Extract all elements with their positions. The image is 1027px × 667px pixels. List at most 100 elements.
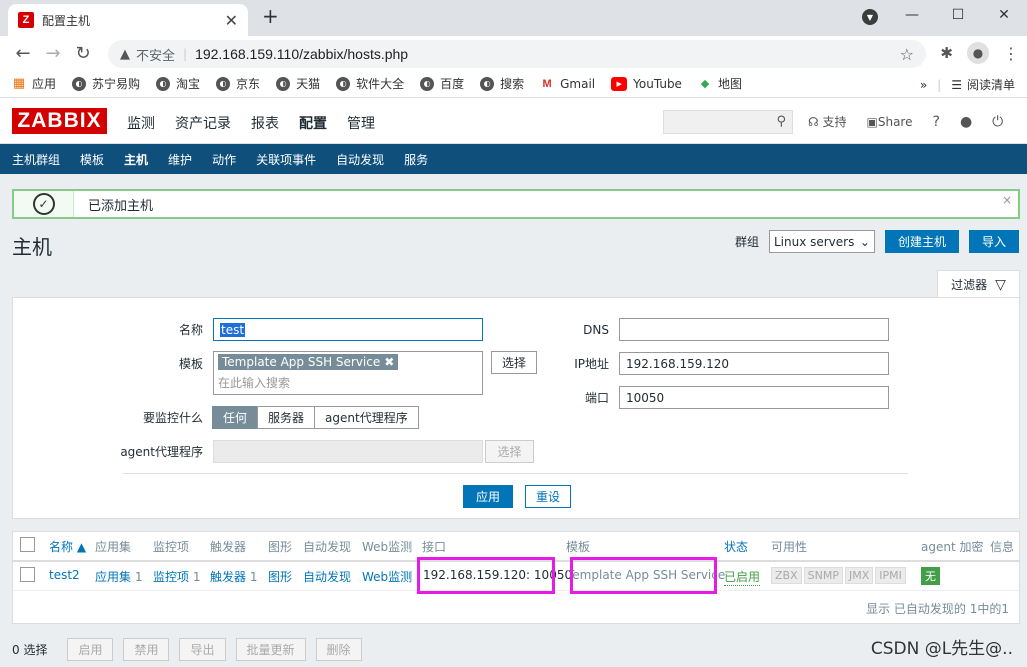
tab-search-icon[interactable]: ▼ — [862, 9, 878, 25]
disable-button[interactable]: 禁用 — [123, 638, 170, 661]
close-window-icon[interactable]: ✕ — [981, 7, 1027, 23]
share-label: Share — [877, 114, 913, 129]
menu-inventory[interactable]: 资产记录 — [175, 113, 231, 133]
monitor-option-any[interactable]: 任何 — [212, 406, 259, 429]
address-toolbar: ← → ↻ ▲ 不安全 | 192.168.159.110/zabbix/hos… — [0, 36, 1027, 70]
col-encryption: agent 加密 — [921, 540, 984, 554]
tab-title: 配置主机 — [42, 13, 91, 28]
bookmark-youtube[interactable]: ▶ YouTube — [611, 76, 682, 91]
zabbix-logo[interactable]: ZABBIX — [12, 108, 107, 134]
applications-count: 1 — [134, 570, 143, 584]
submenu-actions[interactable]: 动作 — [212, 151, 236, 168]
bookmark-apps[interactable]: ▦ 应用 — [12, 75, 56, 92]
filter-panel: 名称 test 模板 Template App SSH Service ✖ 在此输… — [12, 297, 1020, 519]
maximize-icon[interactable]: ☐ — [935, 7, 981, 23]
interface-highlight-box — [417, 557, 555, 594]
bookmark-star-icon[interactable]: ☆ — [900, 45, 914, 64]
csdn-watermark: CSDN @L先生@.. — [870, 639, 1013, 659]
main-menu: 监测 资产记录 报表 配置 管理 — [127, 113, 375, 133]
bookmark-maps[interactable]: ◆ 地图 — [698, 75, 742, 92]
submenu-event-correlation[interactable]: 关联项事件 — [256, 151, 316, 168]
more-bookmarks-icon[interactable]: » — [920, 78, 927, 92]
submenu-templates[interactable]: 模板 — [80, 151, 104, 168]
bookmarks-right: » | ☰ 阅读清单 — [920, 76, 1015, 93]
extensions-icon[interactable]: ✱ — [940, 44, 953, 62]
menu-administration[interactable]: 管理 — [347, 113, 375, 133]
bookmark-baidu[interactable]: ◐ 百度 — [420, 75, 464, 92]
dns-input[interactable] — [619, 318, 889, 341]
row-checkbox[interactable] — [20, 567, 35, 582]
submenu-host-groups[interactable]: 主机群组 — [12, 151, 60, 168]
profile-avatar-icon[interactable]: ● — [967, 42, 989, 64]
bookmark-search[interactable]: ◐ 搜索 — [480, 75, 524, 92]
remove-chip-icon[interactable]: ✖ — [384, 355, 394, 369]
items-link[interactable]: 监控项 1 — [153, 568, 200, 585]
forward-icon[interactable]: → — [38, 43, 68, 64]
create-host-button[interactable]: 创建主机 — [884, 230, 959, 253]
menu-kebab-icon[interactable]: ⋮ — [1003, 44, 1019, 63]
reload-icon[interactable]: ↻ — [68, 43, 98, 64]
monitor-option-proxy[interactable]: agent代理程序 — [314, 406, 419, 429]
close-message-icon[interactable]: × — [1002, 193, 1012, 207]
col-graphs: 图形 — [268, 540, 293, 554]
divider: | — [937, 77, 942, 92]
ip-input[interactable]: 192.168.159.120 — [619, 352, 889, 375]
submenu-discovery[interactable]: 自动发现 — [336, 151, 384, 168]
discovery-link[interactable]: 自动发现 — [303, 568, 351, 585]
back-icon[interactable]: ← — [8, 43, 38, 64]
graphs-link[interactable]: 图形 — [268, 568, 292, 585]
host-name-link[interactable]: test2 — [49, 568, 80, 582]
menu-configuration[interactable]: 配置 — [299, 113, 327, 133]
share-link[interactable]: ▣Share — [867, 115, 913, 129]
monitor-option-server[interactable]: 服务器 — [257, 406, 316, 429]
new-tab-icon[interactable]: + — [262, 4, 279, 28]
bookmark-taobao[interactable]: ◐ 淘宝 — [156, 75, 200, 92]
select-all-checkbox[interactable] — [20, 537, 35, 552]
help-icon[interactable]: ? — [933, 114, 940, 130]
bookmark-label: 京东 — [236, 77, 261, 91]
support-link[interactable]: ☊ 支持 — [808, 113, 847, 130]
minimize-icon[interactable]: — — [889, 7, 935, 23]
submenu-hosts[interactable]: 主机 — [124, 151, 148, 168]
submenu-services[interactable]: 服务 — [404, 151, 428, 168]
menu-monitoring[interactable]: 监测 — [127, 113, 155, 133]
reset-button[interactable]: 重设 — [525, 485, 572, 508]
search-icon[interactable]: ⚲ — [776, 114, 786, 129]
group-select[interactable]: Linux servers ⌄ — [768, 230, 875, 253]
close-tab-icon[interactable]: ✕ — [225, 11, 238, 30]
col-status[interactable]: 状态 — [724, 538, 748, 555]
apply-button[interactable]: 应用 — [463, 485, 514, 508]
support-label: 支持 — [822, 115, 847, 129]
applications-link[interactable]: 应用集 1 — [95, 568, 142, 585]
user-profile-icon[interactable]: ● — [960, 114, 972, 130]
check-icon: ✓ — [32, 193, 55, 215]
export-button[interactable]: 导出 — [179, 638, 226, 661]
global-search-input[interactable]: ⚲ — [663, 110, 793, 134]
web-link[interactable]: Web监测 — [362, 568, 412, 585]
status-enabled-link[interactable]: 已启用 — [724, 568, 761, 586]
port-input[interactable]: 10050 — [619, 386, 889, 409]
import-button[interactable]: 导入 — [968, 230, 1019, 253]
omnibox[interactable]: ▲ 不安全 | 192.168.159.110/zabbix/hosts.php… — [108, 40, 926, 68]
bookmark-suning[interactable]: ◐ 苏宁易购 — [72, 75, 140, 92]
url-text[interactable]: 192.168.159.110/zabbix/hosts.php — [195, 46, 900, 62]
triggers-link[interactable]: 触发器 1 — [210, 568, 257, 585]
delete-button[interactable]: 删除 — [315, 638, 362, 661]
apps-grid-icon: ▦ — [12, 76, 26, 91]
bookmark-jd[interactable]: ◐ 京东 — [216, 75, 260, 92]
bookmark-tmall[interactable]: ◐ 天猫 — [276, 75, 320, 92]
reading-list[interactable]: ☰ 阅读清单 — [951, 76, 1015, 93]
filter-icon: ▽ — [995, 276, 1006, 293]
filter-tab[interactable]: 过滤器 ▽ — [937, 270, 1020, 298]
menu-reports[interactable]: 报表 — [251, 113, 279, 133]
bookmark-gmail[interactable]: M Gmail — [540, 77, 596, 91]
browser-tab[interactable]: Z 配置主机 ✕ — [8, 4, 248, 36]
warning-icon[interactable]: ▲ — [120, 47, 130, 62]
sign-out-icon[interactable]: ⏻ — [992, 114, 1003, 130]
enable-button[interactable]: 启用 — [67, 638, 114, 661]
dns-label: DNS — [583, 322, 609, 337]
bookmark-software[interactable]: ◐ 软件大全 — [336, 75, 404, 92]
mass-update-button[interactable]: 批量更新 — [235, 638, 306, 661]
submenu-maintenance[interactable]: 维护 — [168, 151, 192, 168]
col-name[interactable]: 名称 ▲ — [49, 538, 86, 555]
